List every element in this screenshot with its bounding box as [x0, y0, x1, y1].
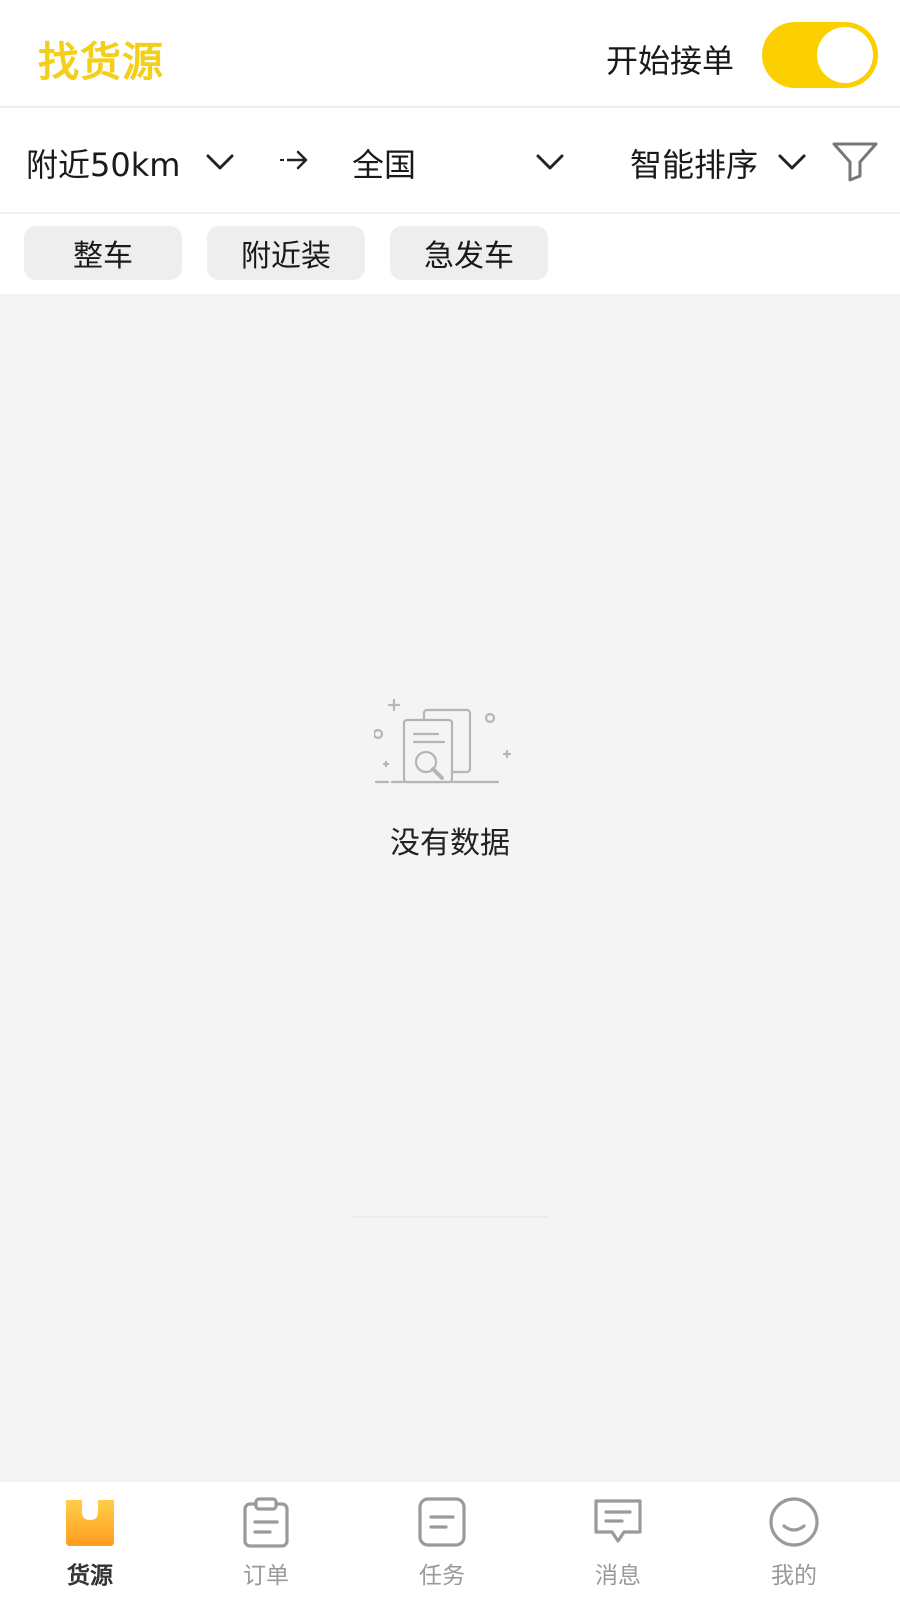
filter-bar: 附近50km 全国 智能排序 — [0, 108, 900, 214]
tab-label: 消息 — [595, 1563, 641, 1589]
destination-filter[interactable]: 全国 — [352, 140, 416, 186]
app-header: 找货源 开始接单 — [0, 0, 900, 108]
page-title: 找货源 — [38, 38, 164, 86]
sort-filter[interactable]: 智能排序 — [630, 140, 758, 186]
accept-orders-label: 开始接单 — [606, 42, 735, 80]
tab-messages[interactable]: 消息 — [528, 1482, 708, 1600]
tab-label: 任务 — [419, 1563, 465, 1589]
tab-label: 我的 — [771, 1563, 817, 1589]
cargo-icon — [66, 1500, 114, 1546]
tab-orders[interactable]: 订单 — [176, 1482, 356, 1600]
sort-chevron-down-icon[interactable] — [774, 144, 810, 180]
bottom-tab-bar: 货源 订单 任务 消息 我的 — [0, 1482, 900, 1600]
chip-nearby-loading[interactable]: 附近装 — [207, 226, 365, 280]
message-icon — [594, 1499, 642, 1543]
accept-orders-toggle[interactable] — [762, 22, 878, 88]
task-icon — [418, 1497, 466, 1547]
empty-document-search-icon — [374, 698, 512, 784]
toggle-knob — [817, 27, 873, 83]
filter-funnel-icon[interactable] — [828, 138, 882, 184]
tab-profile[interactable]: 我的 — [704, 1482, 884, 1600]
tab-label: 订单 — [243, 1563, 289, 1589]
destination-chevron-down-icon[interactable] — [532, 144, 568, 180]
tab-cargo[interactable]: 货源 — [0, 1482, 180, 1600]
tab-tasks[interactable]: 任务 — [352, 1482, 532, 1600]
smiley-icon — [769, 1497, 819, 1547]
origin-filter[interactable]: 附近50km — [26, 140, 180, 186]
cargo-list[interactable]: 没有数据 — [0, 294, 900, 1482]
chip-urgent[interactable]: 急发车 — [390, 226, 548, 280]
origin-chevron-down-icon[interactable] — [202, 144, 238, 180]
divider — [352, 1216, 548, 1218]
clipboard-icon — [243, 1497, 289, 1548]
route-arrow-icon — [280, 150, 308, 170]
quick-filter-chips: 整车 附近装 急发车 — [0, 214, 900, 294]
tab-label: 货源 — [67, 1563, 113, 1589]
empty-state-text: 没有数据 — [390, 826, 510, 861]
chip-whole-truck[interactable]: 整车 — [24, 226, 182, 280]
